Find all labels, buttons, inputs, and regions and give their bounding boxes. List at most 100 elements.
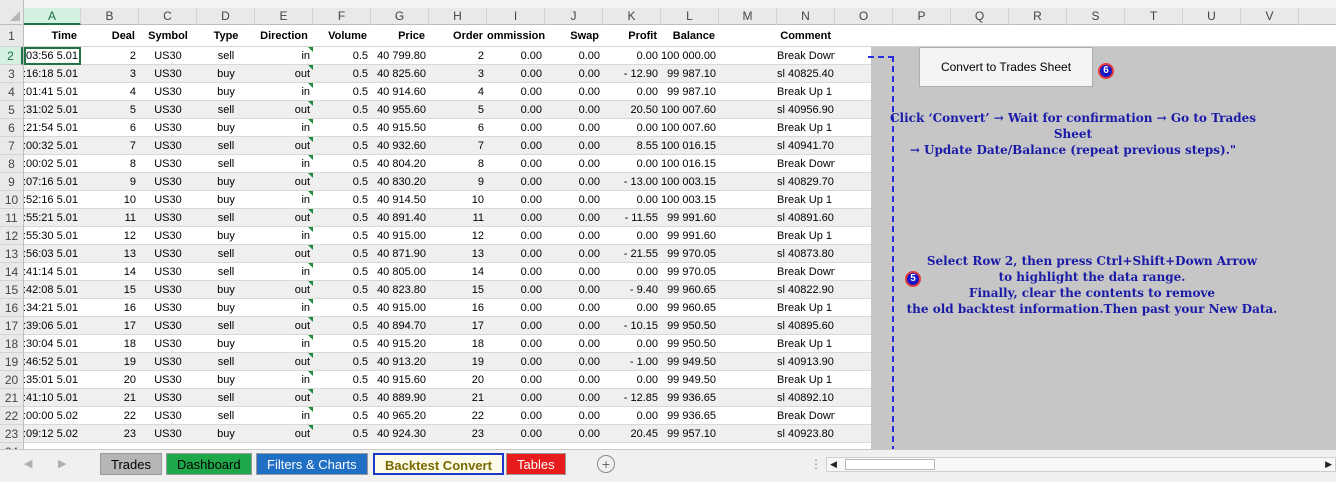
table-cell[interactable]: 5.01 21:30:04 [24,335,81,353]
column-header-c[interactable]: C [139,8,197,25]
table-cell[interactable]: 0.00 [603,47,661,65]
next-sheet-icon[interactable]: ▶ [58,457,66,470]
table-cell[interactable]: 0.00 [603,227,661,245]
table-cell[interactable]: 0.00 [487,227,545,245]
table-cell[interactable]: buy [197,83,255,101]
column-header-e[interactable]: E [255,8,313,25]
table-cell[interactable]: US30 [139,65,197,83]
table-cell[interactable]: 40 830.20 [371,173,429,191]
table-cell[interactable]: 5 [81,101,139,119]
table-cell[interactable]: US30 [139,137,197,155]
table-cell[interactable]: 0.5 [313,101,371,119]
table-cell[interactable]: 18 [81,335,139,353]
table-cell[interactable]: sell [197,209,255,227]
column-header-v[interactable]: V [1241,8,1299,25]
row-header[interactable]: 19 [0,353,23,371]
table-cell[interactable]: 40 799.80 [371,47,429,65]
add-sheet-icon[interactable]: + [597,455,615,473]
table-cell[interactable]: US30 [139,299,197,317]
table-cell[interactable]: 0.00 [545,353,603,371]
table-cell[interactable]: 40 825.60 [371,65,429,83]
row-header[interactable]: 13 [0,245,23,263]
table-cell[interactable]: in [255,119,313,137]
table-cell[interactable]: 0.5 [313,155,371,173]
table-cell[interactable]: 40 915.00 [371,299,429,317]
table-cell[interactable]: out [255,245,313,263]
table-cell[interactable]: Break Up 1 [777,83,835,101]
table-cell[interactable]: 99 950.50 [661,335,719,353]
table-cell[interactable]: 5.01 16:00:02 [24,155,81,173]
row-header[interactable]: 12 [0,227,23,245]
table-cell[interactable] [719,155,777,173]
table-cell[interactable]: buy [197,281,255,299]
table-cell[interactable]: 40 915.50 [371,119,429,137]
table-cell[interactable]: - 12.90 [603,65,661,83]
row-header[interactable]: 1 [0,25,23,47]
table-cell[interactable]: 5.01 16:07:16 [24,173,81,191]
table-cell[interactable]: 0.5 [313,65,371,83]
table-cell[interactable]: US30 [139,425,197,443]
table-cell[interactable]: 0.00 [487,209,545,227]
table-cell[interactable]: 0.5 [313,83,371,101]
table-cell[interactable]: US30 [139,389,197,407]
table-cell[interactable]: 20 [429,371,487,389]
table-cell[interactable]: 40 805.00 [371,263,429,281]
row-header[interactable]: 18 [0,335,23,353]
table-cell[interactable]: in [255,299,313,317]
table-cell[interactable]: 0.00 [603,155,661,173]
sheet-tab-trades[interactable]: Trades [100,453,162,475]
row-header[interactable]: 15 [0,281,23,299]
table-cell[interactable]: in [255,371,313,389]
table-cell[interactable]: Break Up 1 [777,299,835,317]
table-cell[interactable]: 7 [429,137,487,155]
table-cell[interactable] [719,389,777,407]
table-cell[interactable]: 0.00 [487,425,545,443]
table-cell[interactable]: 0.00 [545,173,603,191]
column-header-f[interactable]: F [313,8,371,25]
header-cell[interactable] [719,25,777,47]
row-header[interactable]: 8 [0,155,23,173]
table-cell[interactable]: 5.01 18:56:03 [24,245,81,263]
sheet-tab-dashboard[interactable]: Dashboard [166,453,252,475]
table-cell[interactable]: 0.00 [545,191,603,209]
table-cell[interactable]: 40 913.20 [371,353,429,371]
table-cell[interactable]: - 13.00 [603,173,661,191]
table-cell[interactable]: 5 [429,101,487,119]
table-cell[interactable]: 3 [429,65,487,83]
table-cell[interactable]: - 9.40 [603,281,661,299]
table-cell[interactable]: 19 [81,353,139,371]
table-cell[interactable] [719,191,777,209]
table-cell[interactable]: 0.5 [313,173,371,191]
table-cell[interactable] [719,137,777,155]
table-cell[interactable]: 5.02 11:00:00 [24,407,81,425]
column-header-h[interactable]: H [429,8,487,25]
table-cell[interactable]: 5.01 16:55:21 [24,209,81,227]
table-cell[interactable]: 0.00 [603,299,661,317]
table-cell[interactable]: in [255,335,313,353]
table-cell[interactable]: 0.5 [313,281,371,299]
table-cell[interactable]: out [255,101,313,119]
table-cell[interactable]: out [255,389,313,407]
table-cell[interactable]: out [255,209,313,227]
table-cell[interactable]: 5.01 19:41:14 [24,263,81,281]
table-cell[interactable]: 5.01 21:46:52 [24,353,81,371]
table-cell[interactable]: 23 [429,425,487,443]
table-cell[interactable]: 40 955.60 [371,101,429,119]
table-cell[interactable]: 0.00 [487,191,545,209]
table-cell[interactable]: 40 915.20 [371,335,429,353]
table-cell[interactable]: 0.00 [487,101,545,119]
table-cell[interactable]: 0.5 [313,119,371,137]
table-cell[interactable] [719,407,777,425]
table-cell[interactable]: - 12.85 [603,389,661,407]
table-cell[interactable]: 0.00 [603,407,661,425]
row-header[interactable]: 17 [0,317,23,335]
table-cell[interactable]: 40 914.50 [371,191,429,209]
sheet-tab-filters-charts[interactable]: Filters & Charts [256,453,368,475]
header-cell[interactable]: Comment [777,25,835,47]
table-cell[interactable]: 0.00 [545,317,603,335]
table-cell[interactable]: 100 007.60 [661,101,719,119]
table-cell[interactable]: 22 [81,407,139,425]
table-cell[interactable]: 40 932.60 [371,137,429,155]
table-cell[interactable]: 100 003.15 [661,191,719,209]
table-cell[interactable]: 100 007.60 [661,119,719,137]
